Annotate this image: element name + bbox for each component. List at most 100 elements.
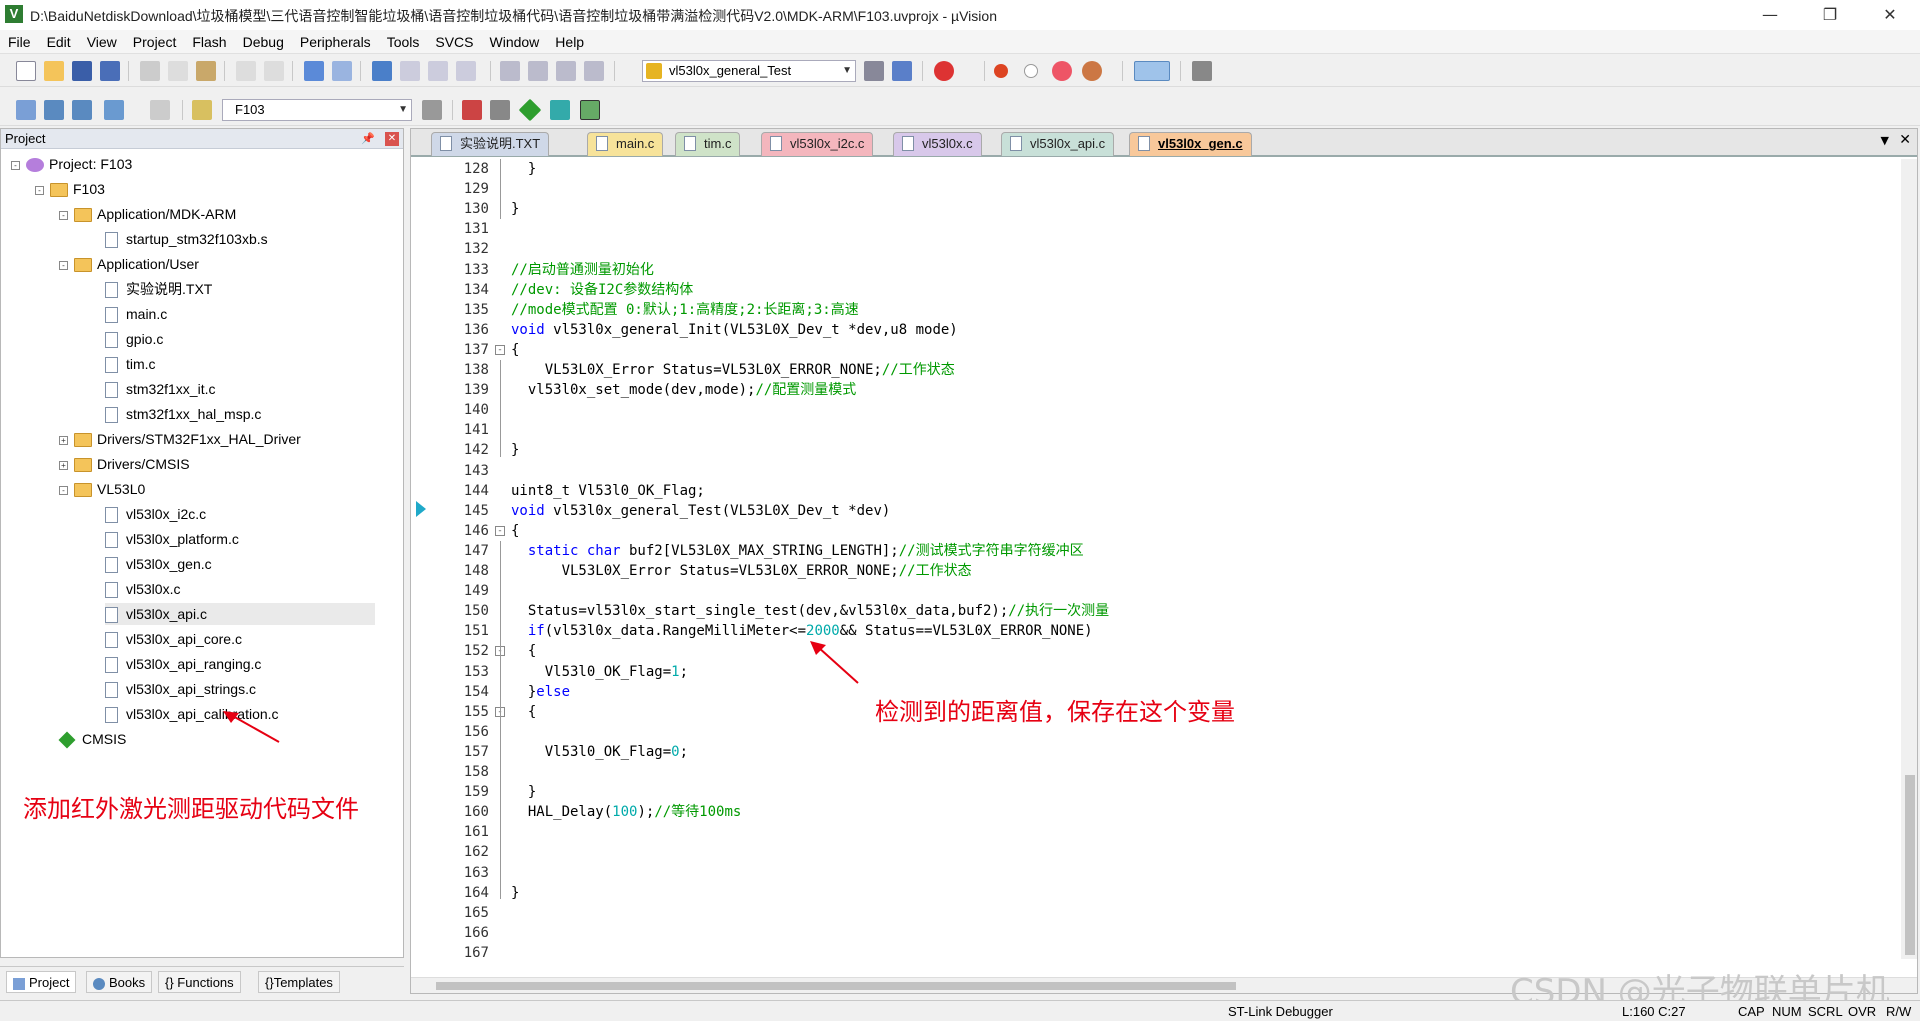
next-bookmark-icon[interactable]: [428, 61, 448, 81]
stop-build-icon[interactable]: [150, 100, 170, 120]
menu-view[interactable]: View: [79, 30, 125, 54]
target-combo[interactable]: F103 ▼: [222, 99, 412, 121]
window-layout-icon[interactable]: [1134, 61, 1170, 81]
menu-flash[interactable]: Flash: [184, 30, 234, 54]
prev-bookmark-icon[interactable]: [400, 61, 420, 81]
cut-icon[interactable]: [140, 61, 160, 81]
menu-project[interactable]: Project: [125, 30, 185, 54]
file-extensions-icon[interactable]: [490, 100, 510, 120]
debug-session-icon[interactable]: [934, 61, 954, 81]
find-icon[interactable]: [864, 61, 884, 81]
uncomment-icon[interactable]: [584, 61, 604, 81]
editor-tab[interactable]: main.c: [587, 132, 664, 156]
translate-icon[interactable]: [16, 100, 36, 120]
undo-icon[interactable]: [236, 61, 256, 81]
batch-build-icon[interactable]: [104, 100, 124, 120]
fold-collapse-icon[interactable]: -: [495, 344, 505, 355]
target-options-icon[interactable]: [422, 100, 442, 120]
tree-file-item[interactable]: main.c: [105, 303, 167, 325]
tree-file-item[interactable]: vl53l0x_api_core.c: [105, 628, 242, 650]
tree-file-item[interactable]: 实验说明.TXT: [105, 278, 212, 300]
build-icon[interactable]: [44, 100, 64, 120]
save-icon[interactable]: [72, 61, 92, 81]
collapse-icon[interactable]: -: [11, 160, 20, 170]
menu-edit[interactable]: Edit: [39, 30, 79, 54]
tab-books[interactable]: Books: [86, 971, 153, 993]
download-load-icon[interactable]: [192, 100, 212, 120]
tree-group-item[interactable]: - Project: F103: [11, 153, 132, 175]
unindent-icon[interactable]: [528, 61, 548, 81]
tree-group-item[interactable]: - VL53L0: [59, 478, 145, 500]
configure-icon[interactable]: [1192, 61, 1212, 81]
tree-file-item[interactable]: gpio.c: [105, 328, 163, 350]
tree-group-item[interactable]: - F103: [35, 178, 105, 200]
menu-help[interactable]: Help: [547, 30, 592, 54]
close-panel-icon[interactable]: ✕: [385, 132, 399, 146]
editor-tab[interactable]: tim.c: [675, 132, 741, 156]
editor-tab[interactable]: vl53l0x_i2c.c: [761, 132, 874, 156]
find-in-files-icon[interactable]: [646, 63, 662, 79]
function-combo[interactable]: vl53l0x_general_Test ▼: [642, 60, 856, 82]
save-all-icon[interactable]: [100, 61, 120, 81]
editor-tab[interactable]: 实验说明.TXT: [431, 132, 550, 156]
horizontal-scroll-thumb[interactable]: [436, 982, 1236, 990]
collapse-icon[interactable]: -: [59, 210, 68, 220]
redo-icon[interactable]: [264, 61, 284, 81]
enable-breakpoint-icon[interactable]: [1024, 64, 1038, 78]
clear-bookmarks-icon[interactable]: [456, 61, 476, 81]
close-window-button[interactable]: ✕: [1860, 0, 1920, 30]
tree-group-item[interactable]: + Drivers/CMSIS: [59, 453, 190, 475]
navigate-back-icon[interactable]: [304, 61, 324, 81]
tree-file-item[interactable]: vl53l0x_platform.c: [105, 528, 239, 550]
tree-file-item[interactable]: vl53l0x_api.c: [105, 603, 375, 625]
rebuild-icon[interactable]: [72, 100, 92, 120]
disable-breakpoints-icon[interactable]: [1052, 61, 1072, 81]
pack-installer-icon[interactable]: [518, 98, 542, 122]
open-file-icon[interactable]: [44, 61, 64, 81]
tree-file-item[interactable]: vl53l0x.c: [105, 578, 180, 600]
menu-peripherals[interactable]: Peripherals: [292, 30, 379, 54]
vertical-scrollbar[interactable]: [1901, 159, 1917, 959]
tab-list-dropdown-icon[interactable]: ▼: [1881, 134, 1889, 147]
editor-tab[interactable]: vl53l0x.c: [893, 132, 982, 156]
incremental-find-icon[interactable]: [892, 61, 912, 81]
pin-icon[interactable]: 📌: [361, 129, 375, 149]
navigate-forward-icon[interactable]: [332, 61, 352, 81]
menu-tools[interactable]: Tools: [379, 30, 428, 54]
collapse-icon[interactable]: -: [59, 485, 68, 495]
menu-debug[interactable]: Debug: [235, 30, 292, 54]
fold-collapse-icon[interactable]: -: [495, 525, 505, 536]
tree-file-item[interactable]: vl53l0x_i2c.c: [105, 503, 206, 525]
vertical-scroll-thumb[interactable]: [1905, 775, 1915, 955]
tree-file-item[interactable]: startup_stm32f103xb.s: [105, 228, 268, 250]
restore-button[interactable]: ❐: [1800, 0, 1860, 30]
expand-icon[interactable]: +: [59, 435, 68, 445]
tree-file-item[interactable]: vl53l0x_api_ranging.c: [105, 653, 261, 675]
kill-breakpoints-icon[interactable]: [1082, 61, 1102, 81]
paste-icon[interactable]: [196, 61, 216, 81]
new-file-icon[interactable]: [16, 61, 36, 81]
menu-svcs[interactable]: SVCS: [427, 30, 481, 54]
tree-group-item[interactable]: - Application/MDK-ARM: [59, 203, 236, 225]
comment-icon[interactable]: [556, 61, 576, 81]
tab-templates[interactable]: {}Templates: [258, 971, 340, 993]
editor-tab[interactable]: vl53l0x_api.c: [1001, 132, 1115, 156]
editor-tab[interactable]: vl53l0x_gen.c: [1129, 132, 1252, 156]
insert-breakpoint-icon[interactable]: [994, 64, 1008, 78]
collapse-icon[interactable]: -: [59, 260, 68, 270]
manage-components-icon[interactable]: [462, 100, 482, 120]
menu-window[interactable]: Window: [482, 30, 548, 54]
tree-file-item[interactable]: vl53l0x_gen.c: [105, 553, 212, 575]
select-packs-icon[interactable]: [550, 100, 570, 120]
tab-project[interactable]: Project: [6, 971, 77, 993]
tab-functions[interactable]: {} Functions: [158, 971, 241, 993]
tree-group-item[interactable]: CMSIS: [58, 728, 126, 750]
tree-file-item[interactable]: vl53l0x_api_strings.c: [105, 678, 256, 700]
minimize-button[interactable]: —: [1740, 0, 1800, 30]
tree-file-item[interactable]: stm32f1xx_hal_msp.c: [105, 403, 261, 425]
close-tab-icon[interactable]: ✕: [1899, 132, 1911, 148]
tree-group-item[interactable]: - Application/User: [59, 253, 199, 275]
run-time-environment-icon[interactable]: [580, 100, 600, 120]
tree-file-item[interactable]: tim.c: [105, 353, 156, 375]
expand-icon[interactable]: +: [59, 460, 68, 470]
